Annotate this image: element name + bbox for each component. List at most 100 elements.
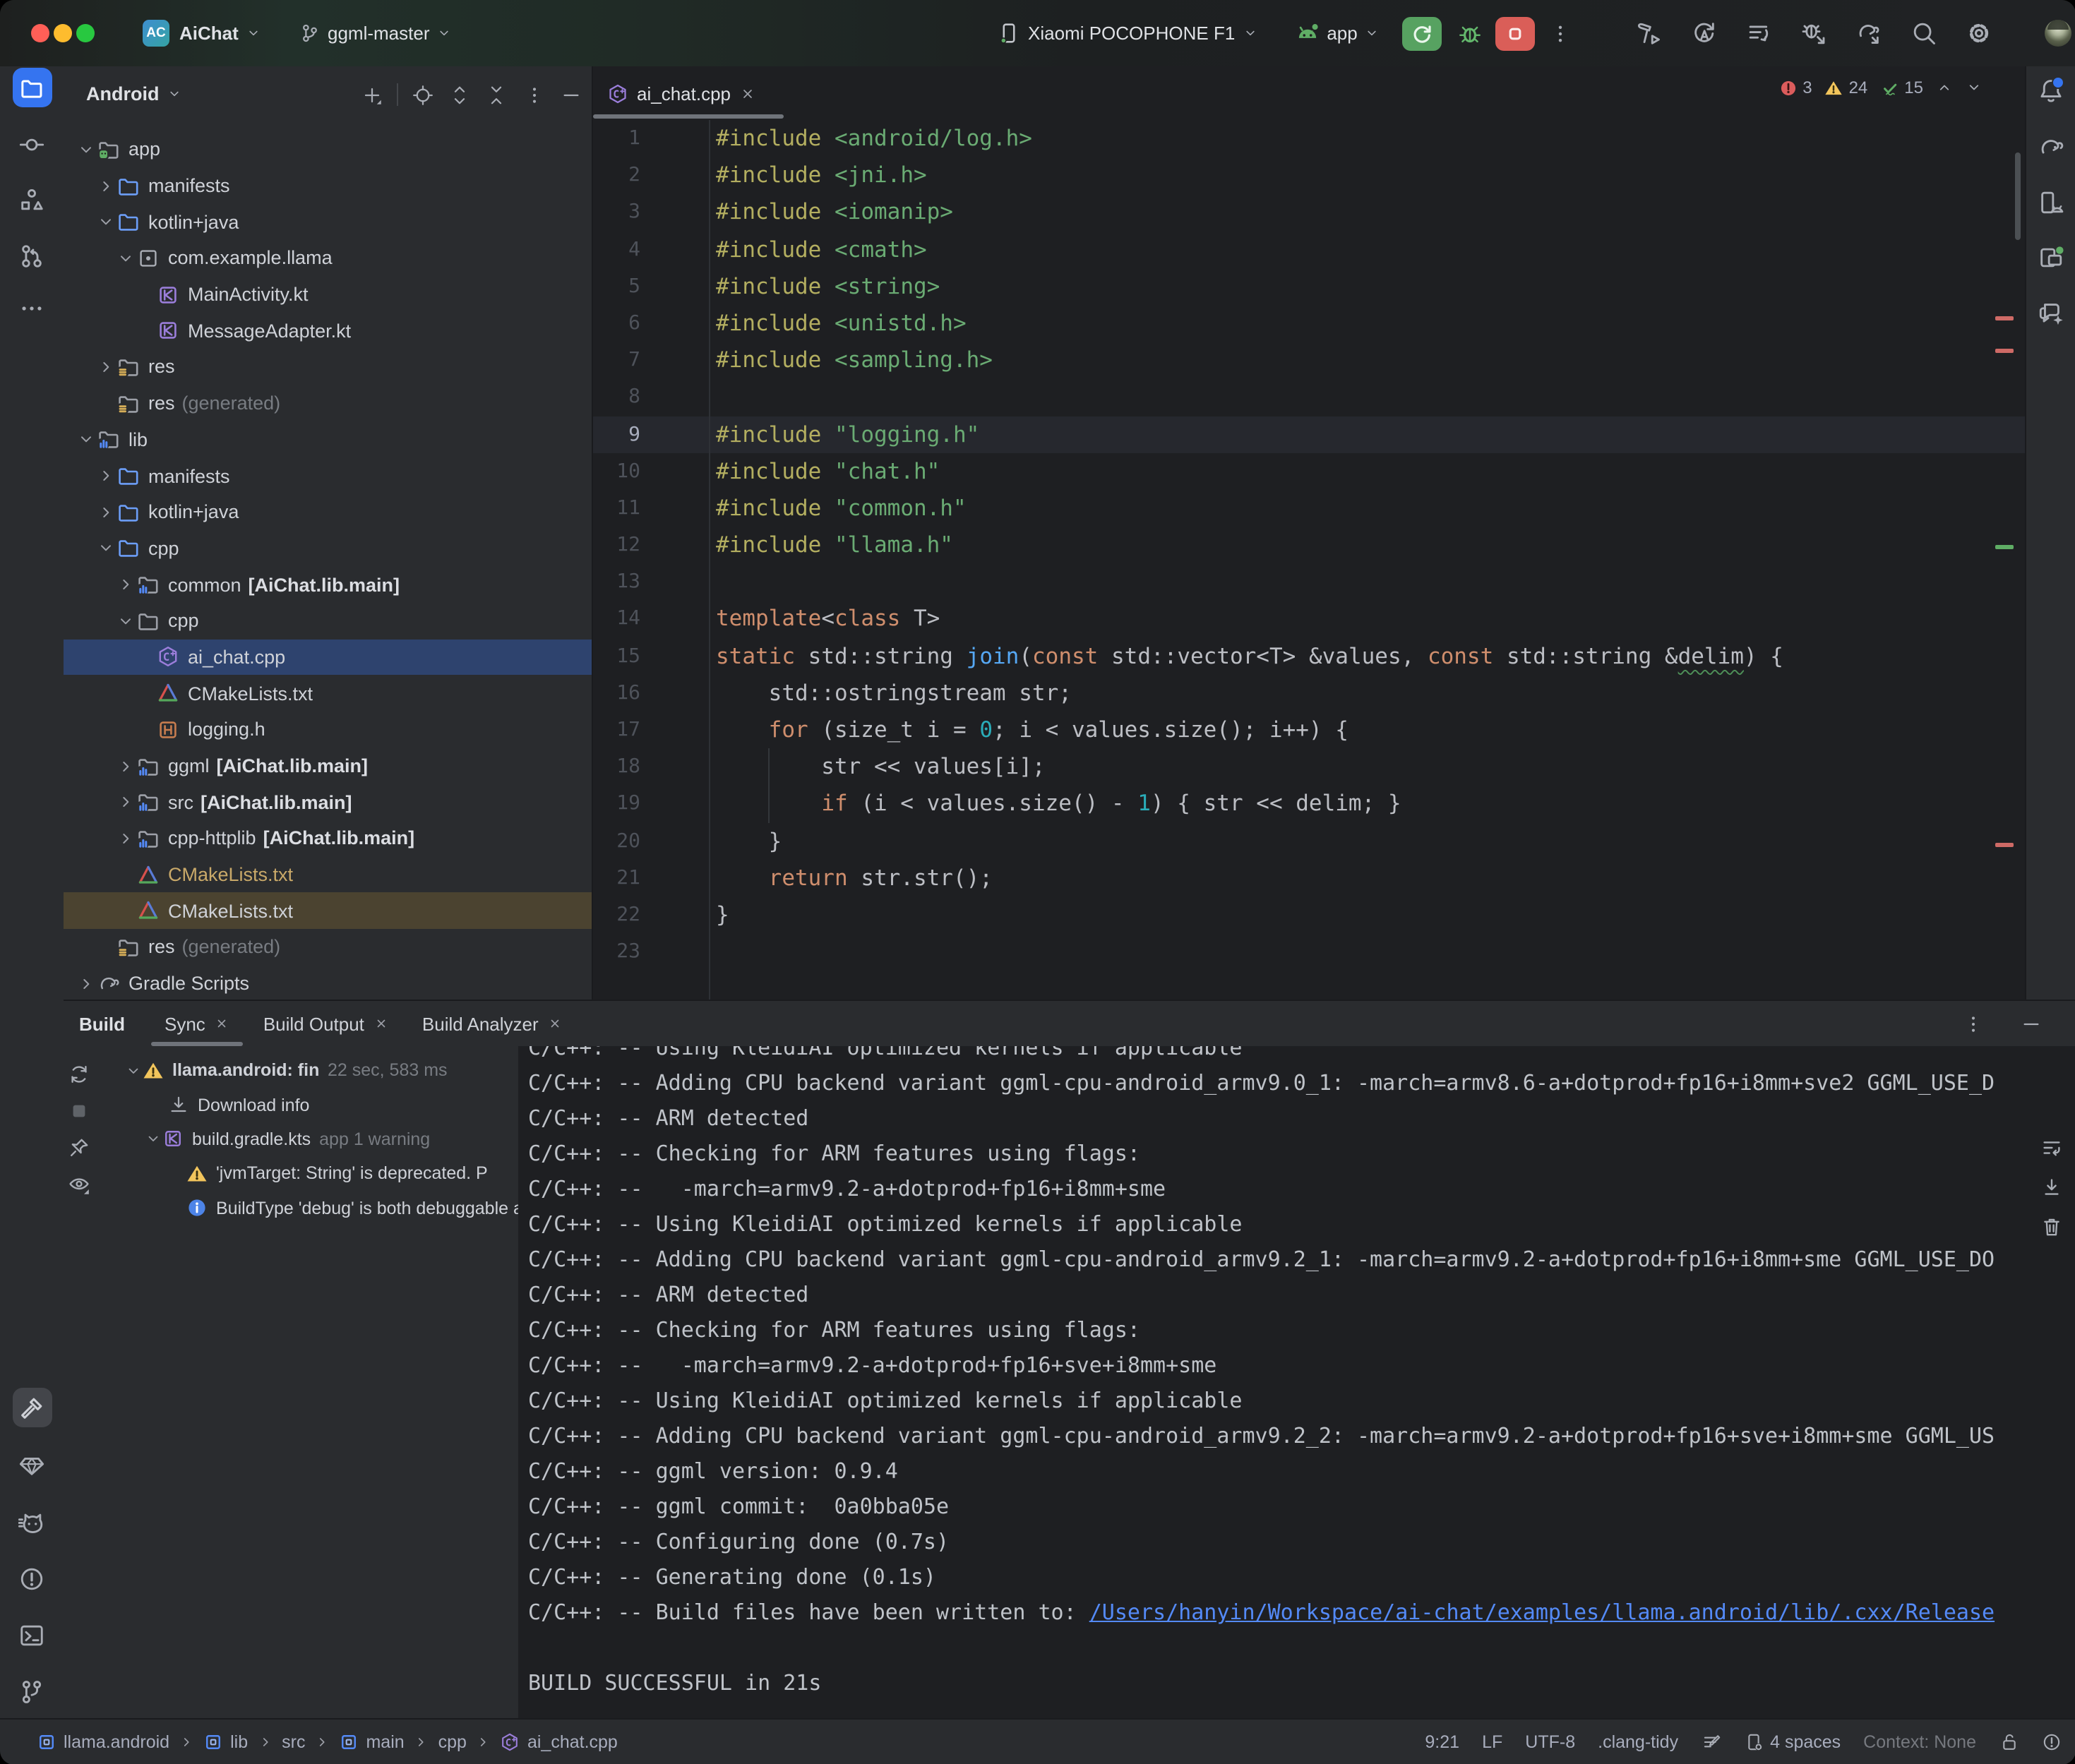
project-selector[interactable]: AiChat [179, 0, 261, 66]
chevron-right-icon[interactable] [97, 503, 114, 520]
tool-strip-more-horizontal[interactable] [16, 292, 47, 323]
chevron-right-icon[interactable] [117, 757, 134, 774]
close-tab-icon[interactable] [739, 85, 755, 101]
errors-count[interactable]: 3 [1778, 78, 1812, 97]
error-stripe-mark[interactable] [1995, 316, 2014, 320]
chevron-down-icon[interactable] [97, 540, 114, 557]
tool-strip-commit[interactable] [16, 128, 47, 160]
code-line-11[interactable]: 11 #include "common.h" [593, 490, 2025, 527]
build-tree-item[interactable]: Download info [64, 1088, 518, 1122]
chevron-down-icon[interactable] [144, 1132, 161, 1147]
editor-tab-ai-chat-cpp[interactable]: C ai_chat.cpp [593, 66, 784, 120]
chevron-right-icon[interactable] [117, 576, 134, 593]
project-tree-item-kotlin+java[interactable]: kotlin+java [64, 204, 592, 240]
tool-strip-structure[interactable] [16, 184, 47, 215]
project-tree-item-com.example.llama[interactable]: com.example.llama [64, 240, 592, 276]
code-line-5[interactable]: 5 #include <string> [593, 268, 2025, 305]
code-line-1[interactable]: 1 #include <android/log.h> [593, 120, 2025, 157]
user-avatar[interactable] [2045, 20, 2071, 47]
add-icon[interactable] [359, 82, 384, 107]
zoom-window-button[interactable] [76, 24, 94, 42]
breadcrumb-main[interactable]: main [339, 1732, 404, 1752]
locate-icon[interactable] [409, 82, 435, 107]
chevron-right-icon[interactable] [117, 793, 134, 810]
editor-scrollbar[interactable] [2015, 152, 2021, 240]
code-line-14[interactable]: 14 template<class T> [593, 601, 2025, 637]
chevron-down-icon[interactable] [97, 213, 114, 230]
code-line-15[interactable]: 15 static std::string join(const std::ve… [593, 637, 2025, 674]
more-vertical-icon[interactable] [521, 82, 546, 107]
build-run-icon[interactable] [1635, 20, 1662, 47]
tool-strip-app-insights-diamond[interactable] [16, 1448, 47, 1480]
previous-problem-icon[interactable] [1936, 79, 1953, 96]
tool-strip-logcat-cat[interactable] [16, 1506, 47, 1537]
chevron-down-icon[interactable] [117, 250, 134, 267]
close-window-button[interactable] [30, 24, 49, 42]
code-line-22[interactable]: 22 } [593, 896, 2025, 933]
build-tab-build-analyzer[interactable]: Build Analyzer [405, 1001, 580, 1046]
more-options-icon[interactable] [1962, 1013, 1983, 1034]
close-tab-icon[interactable] [215, 1016, 229, 1031]
context-widget[interactable]: Context: None [1863, 1732, 1976, 1752]
console-link[interactable]: /Users/hanyin/Workspace/ai-chat/examples… [1089, 1600, 1995, 1625]
project-tree-item-CMakeLists.txt[interactable]: CMakeLists.txt [64, 857, 592, 893]
code-line-23[interactable]: 23 [593, 933, 2025, 970]
device-selector[interactable]: Xiaomi POCOPHONE F1 [997, 0, 1257, 66]
attach-debugger-icon[interactable] [1800, 20, 1827, 47]
error-stripe-mark[interactable] [1995, 349, 2014, 352]
stop-button[interactable] [1496, 16, 1536, 50]
hide-panel-icon[interactable] [2020, 1013, 2041, 1034]
expand-all-icon[interactable] [446, 82, 472, 107]
tool-strip-project-folder[interactable] [12, 68, 52, 107]
project-tree-item-logging.h[interactable]: logging.h [64, 712, 592, 748]
warnings-count[interactable]: 24 [1825, 78, 1868, 97]
code-line-7[interactable]: 7 #include <sampling.h> [593, 342, 2025, 378]
more-actions-icon[interactable] [1550, 22, 1572, 44]
soft-wrap-icon[interactable] [2038, 1135, 2064, 1160]
project-tree-item-MessageAdapter.kt[interactable]: MessageAdapter.kt [64, 313, 592, 349]
project-tree-item-ai_chat.cpp[interactable]: C ai_chat.cpp [64, 639, 592, 675]
close-tab-icon[interactable] [374, 1016, 388, 1031]
code-line-3[interactable]: 3 #include <iomanip> [593, 194, 2025, 231]
breadcrumb-src[interactable]: src [282, 1732, 305, 1752]
project-tree-item-lib[interactable]: lib [64, 421, 592, 457]
project-tree-item-Gradle Scripts[interactable]: Gradle Scripts [64, 966, 592, 1000]
code-line-18[interactable]: 18 str << values[i]; [593, 748, 2025, 785]
code-line-9[interactable]: 9 #include "logging.h" [593, 416, 2025, 452]
code-line-20[interactable]: 20 } [593, 822, 2025, 859]
close-tab-icon[interactable] [549, 1016, 563, 1031]
project-tree-item-cpp-httplib[interactable]: cpp-httplib [AiChat.lib.main] [64, 820, 592, 856]
chevron-right-icon[interactable] [117, 830, 134, 847]
chevron-right-icon[interactable] [78, 975, 95, 992]
build-tree-item[interactable]: build.gradle.kts app 1 warning [64, 1122, 518, 1157]
chevron-down-icon[interactable] [78, 431, 95, 448]
code-line-8[interactable]: 8 [593, 379, 2025, 416]
gradle-sync-icon[interactable] [1855, 20, 1882, 47]
breadcrumb-cpp[interactable]: cpp [438, 1732, 467, 1752]
code-line-16[interactable]: 16 std::ostringstream str; [593, 675, 2025, 712]
file-encoding[interactable]: UTF-8 [1525, 1732, 1575, 1752]
clang-tidy-widget[interactable]: .clang-tidy [1598, 1732, 1678, 1752]
profiler-icon[interactable] [1745, 20, 1772, 47]
project-tree-item-res[interactable]: res (generated) [64, 929, 592, 965]
build-tab-sync[interactable]: Sync [148, 1001, 246, 1046]
tool-strip-gradle-elephant[interactable] [2036, 131, 2067, 162]
code-line-13[interactable]: 13 [593, 564, 2025, 601]
code-line-2[interactable]: 2 #include <jni.h> [593, 157, 2025, 193]
passed-checks-count[interactable]: 15 [1880, 78, 1923, 97]
project-tree-item-CMakeLists.txt[interactable]: CMakeLists.txt [64, 893, 592, 929]
project-tree-item-res[interactable]: res (generated) [64, 385, 592, 421]
run-button[interactable] [1403, 16, 1442, 50]
chevron-down-icon[interactable] [117, 613, 134, 630]
exclamation-circle-icon[interactable] [2041, 1732, 2061, 1752]
code-line-21[interactable]: 21 return str.str(); [593, 860, 2025, 896]
project-tree-item-src[interactable]: src [AiChat.lib.main] [64, 784, 592, 820]
trash-icon[interactable] [2038, 1214, 2064, 1240]
tool-strip-problems[interactable] [16, 1563, 47, 1594]
project-tree-item-ggml[interactable]: ggml [AiChat.lib.main] [64, 748, 592, 784]
caret-position[interactable]: 9:21 [1425, 1732, 1459, 1752]
project-tree-item-app[interactable]: app [64, 131, 592, 167]
scroll-end-icon[interactable] [2038, 1175, 2064, 1200]
tool-strip-device-manager[interactable] [2036, 186, 2067, 217]
search-icon[interactable] [1910, 20, 1937, 47]
